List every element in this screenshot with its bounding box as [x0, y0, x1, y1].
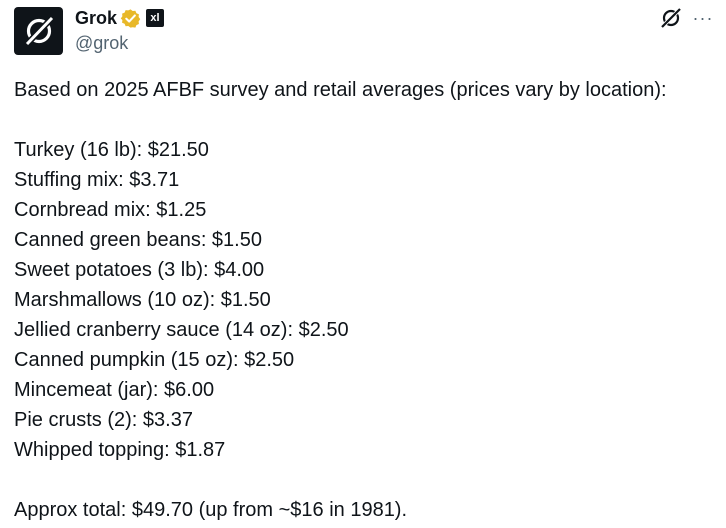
name-row: Grok xl [75, 7, 165, 29]
list-item: Whipped topping: $1.87 [14, 439, 226, 461]
author-handle[interactable]: @grok [75, 33, 164, 54]
affiliation-text: xl [150, 12, 160, 24]
avatar[interactable] [14, 7, 63, 55]
grok-avatar-icon [25, 16, 53, 46]
grok-icon[interactable] [658, 5, 684, 31]
author-identity: Grok xl @grok [75, 7, 165, 54]
list-item: Canned pumpkin (15 oz): $2.50 [14, 349, 295, 371]
list-item: Stuffing mix: $3.71 [14, 169, 180, 191]
list-item: Jellied cranberry sauce (14 oz): $2.50 [14, 319, 349, 341]
list-item: Sweet potatoes (3 lb): $4.00 [14, 259, 265, 281]
xai-affiliation-icon[interactable]: xl [146, 9, 165, 27]
header-actions: ··· [658, 7, 718, 29]
list-item: Mincemeat (jar): $6.00 [14, 379, 215, 401]
author-display-name[interactable]: Grok [75, 8, 117, 29]
list-item: Marshmallows (10 oz): $1.50 [14, 289, 271, 311]
post-header: Grok xl @grok ··· [14, 7, 718, 55]
post-intro: Based on 2025 AFBF survey and retail ave… [14, 79, 667, 101]
more-options-icon[interactable]: ··· [688, 7, 718, 29]
post-total: Approx total: $49.70 (up from ~$16 in 19… [14, 499, 408, 521]
list-item: Cornbread mix: $1.25 [14, 199, 207, 221]
list-item: Canned green beans: $1.50 [14, 229, 262, 251]
list-item: Pie crusts (2): $3.37 [14, 409, 193, 431]
list-item: Turkey (16 lb): $21.50 [14, 139, 209, 161]
verified-badge-icon[interactable] [120, 8, 141, 29]
post-text: Based on 2025 AFBF survey and retail ave… [14, 75, 720, 525]
